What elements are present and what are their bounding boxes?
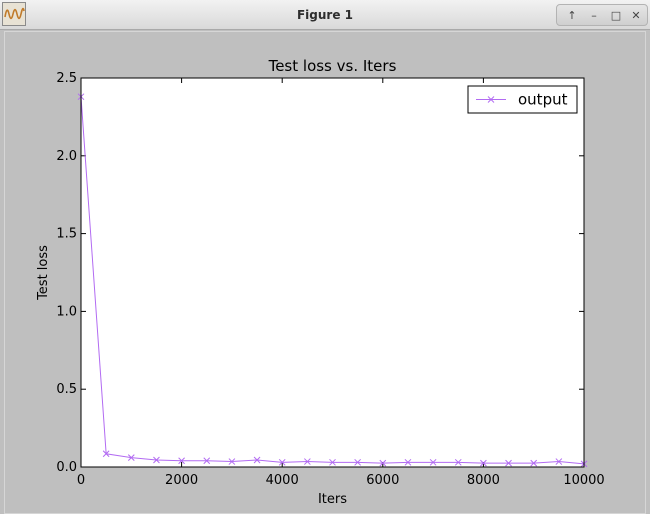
legend-label: output — [518, 91, 568, 109]
y-tick-label: 1.0 — [56, 304, 77, 319]
y-tick-label: 2.0 — [56, 149, 77, 164]
x-tick-label: 10000 — [563, 473, 604, 488]
plot-area — [81, 78, 584, 467]
legend: output — [467, 85, 578, 114]
x-axis-label: Iters — [318, 492, 347, 507]
figure-window: Figure 1 ↑ – □ ✕ 0.0 0.5 1.0 1.5 2.0 2.5 0 200… — [0, 0, 650, 514]
y-tick-label: 0.5 — [56, 382, 77, 397]
x-tick-label: 4000 — [266, 473, 299, 488]
chart-title: Test loss vs. Iters — [268, 57, 397, 75]
y-tick-label: 0.0 — [56, 460, 77, 475]
x-tick-label: 2000 — [165, 473, 198, 488]
x-tick-label: 0 — [77, 473, 85, 488]
x-tick-label: 8000 — [467, 473, 500, 488]
y-tick-label: 2.5 — [56, 71, 77, 86]
y-tick-label: 1.5 — [56, 227, 77, 242]
line-chart: 0.0 0.5 1.0 1.5 2.0 2.5 0 2000 4000 6000 8000 1000… — [36, 57, 605, 507]
y-axis-label: Test loss — [36, 245, 51, 301]
x-tick-label: 6000 — [366, 473, 399, 488]
